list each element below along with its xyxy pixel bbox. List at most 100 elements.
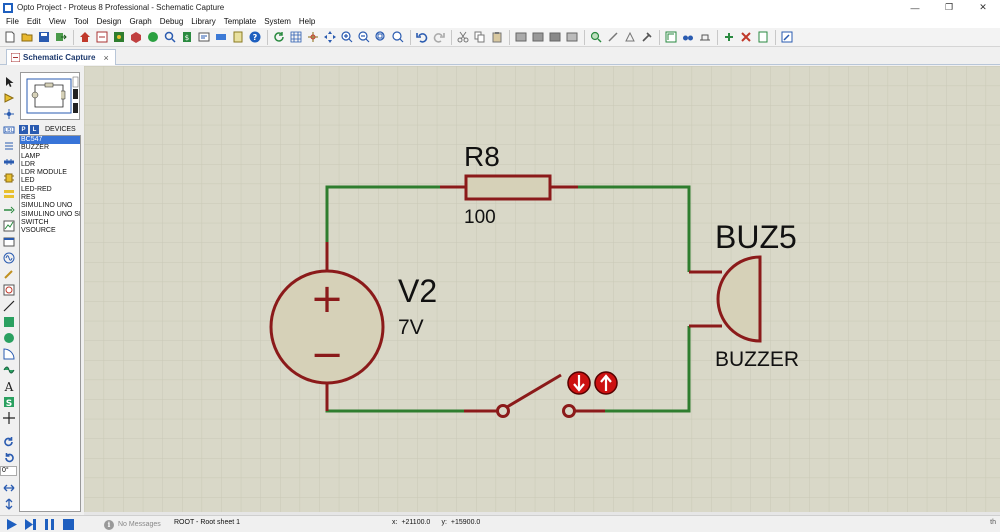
simulation-step-button[interactable] (23, 518, 38, 531)
device-item-simulino-uno-sh[interactable]: SIMULINO UNO SH (20, 211, 80, 219)
overview-window[interactable] (20, 72, 80, 120)
save-button[interactable] (36, 30, 51, 45)
decompose-button[interactable] (639, 30, 654, 45)
menu-file[interactable]: File (2, 17, 23, 26)
device-item-ldr[interactable]: LDR (20, 161, 80, 169)
menu-tool[interactable]: Tool (70, 17, 93, 26)
2d-symbol-mode-button[interactable]: S (0, 394, 17, 409)
zoom-in-button[interactable] (339, 30, 354, 45)
tab-close-icon[interactable]: × (103, 53, 108, 63)
junction-mode-button[interactable] (0, 106, 17, 121)
project-notes-button[interactable] (230, 30, 245, 45)
pan-button[interactable] (322, 30, 337, 45)
home-button[interactable] (77, 30, 92, 45)
remove-sheet-button[interactable] (738, 30, 753, 45)
packaging-tool-button[interactable] (622, 30, 637, 45)
make-device-button[interactable] (605, 30, 620, 45)
mirror-y-button[interactable] (0, 496, 17, 511)
maximize-button[interactable]: ❐ (932, 0, 966, 15)
block-copy-button[interactable] (513, 30, 528, 45)
messages-indicator[interactable]: i No Messages (104, 518, 161, 531)
zoom-out-button[interactable] (356, 30, 371, 45)
help-button[interactable]: ? (247, 30, 262, 45)
copy-button[interactable] (472, 30, 487, 45)
close-button[interactable]: ✕ (966, 0, 1000, 15)
netlist-button[interactable] (213, 30, 228, 45)
block-rotate-button[interactable] (547, 30, 562, 45)
simulation-stop-button[interactable] (61, 518, 76, 531)
device-item-ldr-module[interactable]: LDR MODULE (20, 169, 80, 177)
mirror-x-button[interactable] (0, 480, 17, 495)
rotate-anticlockwise-button[interactable] (0, 450, 17, 465)
generator-mode-button[interactable] (0, 250, 17, 265)
new-sheet-button[interactable] (721, 30, 736, 45)
rotation-angle-field[interactable]: 0° (0, 466, 17, 476)
new-file-button[interactable] (2, 30, 17, 45)
design-notes-button[interactable] (779, 30, 794, 45)
paste-button[interactable] (489, 30, 504, 45)
2d-circle-mode-button[interactable] (0, 330, 17, 345)
graph-mode-button[interactable] (0, 218, 17, 233)
exit-to-parent-button[interactable] (755, 30, 770, 45)
switch-open-button[interactable] (567, 371, 591, 395)
undo-button[interactable] (414, 30, 429, 45)
voltage-probe-mode-button[interactable] (0, 266, 17, 281)
2d-text-mode-button[interactable]: A (0, 378, 17, 393)
cut-button[interactable] (455, 30, 470, 45)
pick-parts-button[interactable] (588, 30, 603, 45)
zoom-area-button[interactable] (390, 30, 405, 45)
device-item-bc547[interactable]: BC547 (20, 136, 80, 145)
selection-mode-button[interactable] (0, 74, 17, 89)
pcb-layout-button[interactable] (111, 30, 126, 45)
2d-markers-mode-button[interactable] (0, 410, 17, 425)
bom-button[interactable]: $ (179, 30, 194, 45)
wire-label-mode-button[interactable]: LBL (0, 122, 17, 137)
bus-mode-button[interactable] (0, 154, 17, 169)
refresh-button[interactable] (271, 30, 286, 45)
import-button[interactable] (53, 30, 68, 45)
text-script-mode-button[interactable] (0, 138, 17, 153)
zoom-all-button[interactable] (373, 30, 388, 45)
design-explorer-button[interactable] (162, 30, 177, 45)
library-manager-button[interactable]: L (30, 125, 39, 134)
component-mode-button[interactable] (0, 90, 17, 105)
minimize-button[interactable]: — (898, 0, 932, 15)
schematic-canvas[interactable]: R8 100 + − V2 7V BUZ5 BUZZER (84, 66, 1000, 512)
toggle-grid-button[interactable] (288, 30, 303, 45)
device-item-res[interactable]: RES (20, 194, 80, 202)
2d-box-mode-button[interactable] (0, 314, 17, 329)
terminals-mode-button[interactable] (0, 186, 17, 201)
menu-design[interactable]: Design (93, 17, 126, 26)
simulation-pause-button[interactable] (42, 518, 57, 531)
schematic-button[interactable] (94, 30, 109, 45)
3d-viewer-button[interactable] (128, 30, 143, 45)
simulation-play-button[interactable] (4, 518, 19, 531)
menu-graph[interactable]: Graph (125, 17, 155, 26)
rotate-clockwise-button[interactable] (0, 434, 17, 449)
menu-help[interactable]: Help (295, 17, 319, 26)
wire-autorouter-button[interactable] (663, 30, 678, 45)
menu-system[interactable]: System (260, 17, 295, 26)
block-move-button[interactable] (530, 30, 545, 45)
pick-devices-button[interactable]: P (19, 125, 28, 134)
property-assignment-button[interactable] (697, 30, 712, 45)
tape-recorder-mode-button[interactable] (0, 234, 17, 249)
device-item-led-red[interactable]: LED-RED (20, 186, 80, 194)
device-item-simulino-uno[interactable]: SIMULINO UNO (20, 202, 80, 210)
device-item-buzzer[interactable]: BUZZER (20, 144, 80, 152)
virtual-instruments-mode-button[interactable] (0, 282, 17, 297)
device-item-vsource[interactable]: VSOURCE (20, 227, 80, 235)
device-pins-mode-button[interactable] (0, 202, 17, 217)
switch-close-button[interactable] (594, 371, 618, 395)
device-item-switch[interactable]: SWITCH (20, 219, 80, 227)
menu-library[interactable]: Library (187, 17, 219, 26)
2d-arc-mode-button[interactable] (0, 346, 17, 361)
origin-button[interactable] (305, 30, 320, 45)
menu-debug[interactable]: Debug (156, 17, 188, 26)
tab-schematic-capture[interactable]: Schematic Capture × (6, 49, 116, 65)
source-code-button[interactable] (196, 30, 211, 45)
subcircuit-mode-button[interactable] (0, 170, 17, 185)
2d-path-mode-button[interactable] (0, 362, 17, 377)
menu-view[interactable]: View (45, 17, 70, 26)
device-item-lamp[interactable]: LAMP (20, 153, 80, 161)
